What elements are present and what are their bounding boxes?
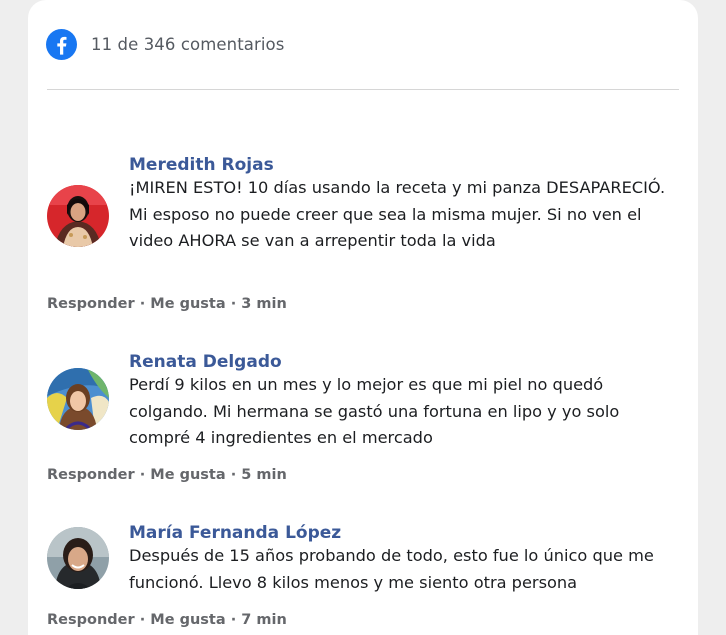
comment-actions: Responder · Me gusta · 5 min — [47, 467, 287, 483]
reply-link[interactable]: Responder — [47, 467, 135, 483]
facebook-icon[interactable] — [46, 28, 77, 60]
separator: · — [134, 612, 151, 628]
avatar-photo — [47, 527, 109, 589]
commenter-name[interactable]: María Fernanda López — [129, 523, 341, 543]
comment-time: 7 min — [241, 612, 287, 628]
separator: · — [134, 467, 151, 483]
like-link[interactable]: Me gusta — [150, 296, 225, 312]
avatar[interactable] — [47, 185, 109, 247]
like-link[interactable]: Me gusta — [150, 612, 225, 628]
comment-actions: Responder · Me gusta · 3 min — [47, 296, 287, 312]
header-divider — [47, 89, 679, 90]
reply-link[interactable]: Responder — [47, 612, 135, 628]
comment-text: ¡MIREN ESTO! 10 días usando la receta y … — [129, 178, 666, 250]
separator: · — [225, 467, 242, 483]
comments-header: 11 de 346 comentarios — [46, 28, 284, 60]
commenter-name[interactable]: Meredith Rojas — [129, 155, 274, 175]
comment-actions: Responder · Me gusta · 7 min — [47, 612, 287, 628]
like-link[interactable]: Me gusta — [150, 467, 225, 483]
avatar-photo — [47, 368, 109, 430]
separator: · — [225, 612, 242, 628]
separator: · — [134, 296, 151, 312]
avatar-photo — [47, 185, 109, 247]
comment-text: Después de 15 años probando de todo, est… — [129, 546, 654, 592]
comment-time: 3 min — [241, 296, 287, 312]
commenter-name[interactable]: Renata Delgado — [129, 352, 282, 372]
avatar[interactable] — [47, 527, 109, 589]
comment-text: Perdí 9 kilos en un mes y lo mejor es qu… — [129, 375, 620, 447]
reply-link[interactable]: Responder — [47, 296, 135, 312]
comment-time: 5 min — [241, 467, 287, 483]
comment-count: 11 de 346 comentarios — [91, 34, 285, 54]
separator: · — [225, 296, 242, 312]
avatar[interactable] — [47, 368, 109, 430]
